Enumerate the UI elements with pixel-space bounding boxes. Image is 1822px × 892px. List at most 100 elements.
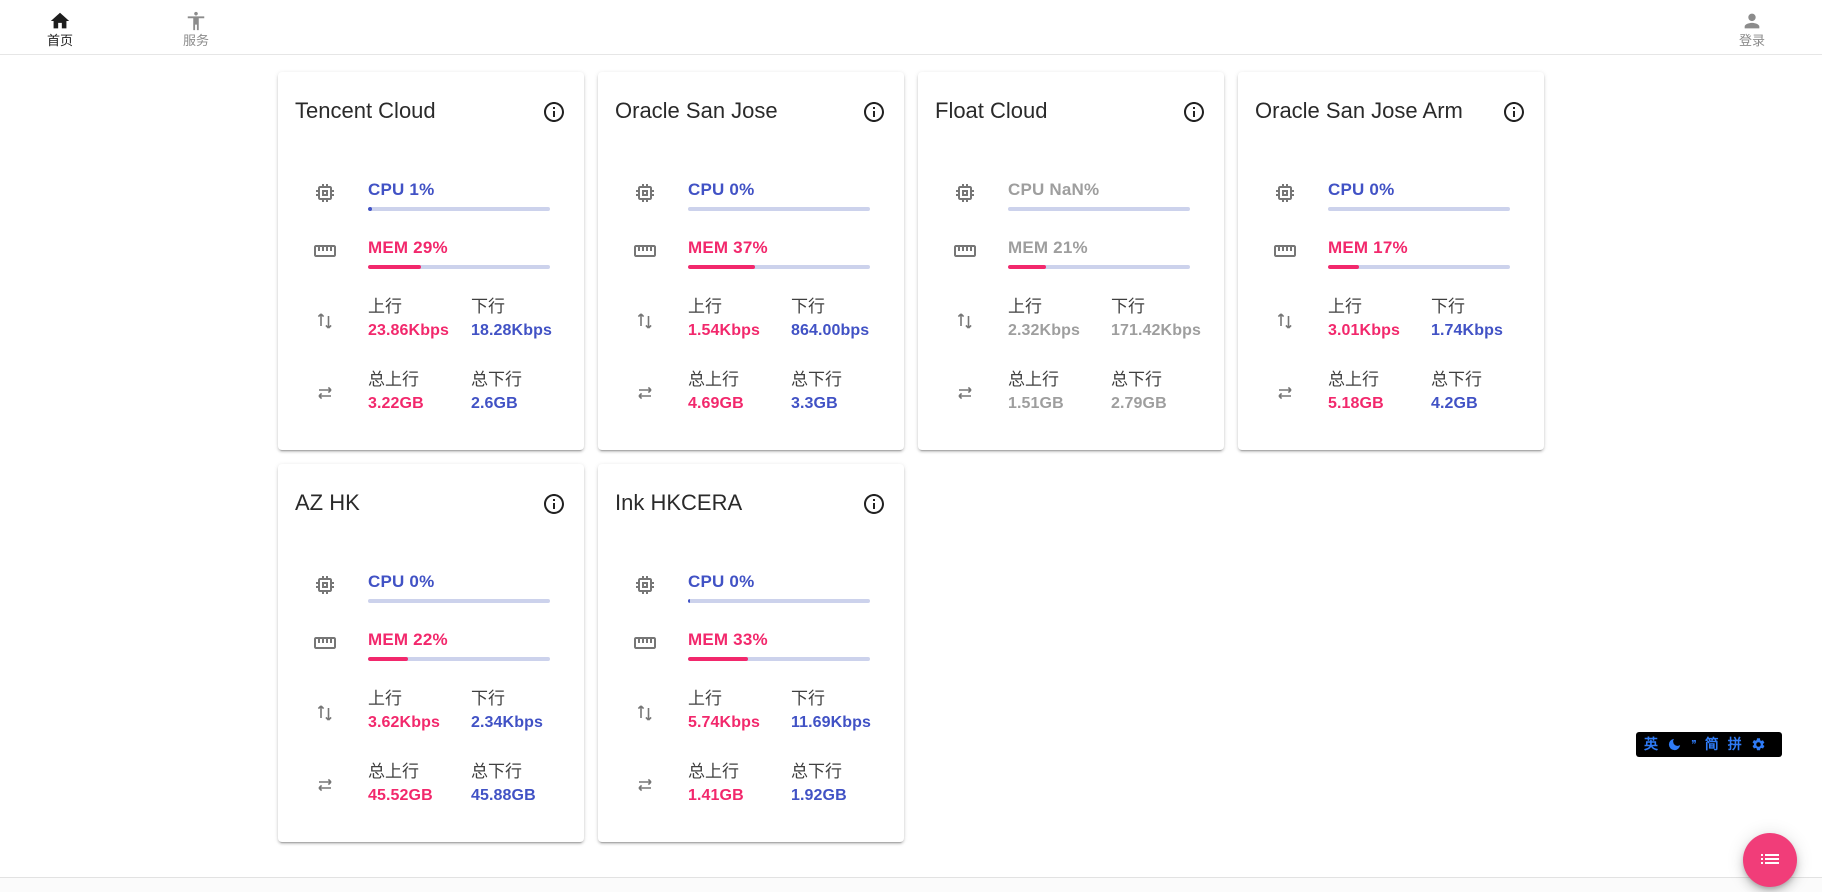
swap-horizontal-icon (953, 381, 977, 405)
mem-usage-label: MEM 21% (1008, 238, 1190, 258)
download-speed-value: 11.69Kbps (791, 710, 871, 736)
download-label: 下行 (471, 688, 543, 710)
total-upload-label: 总上行 (688, 761, 791, 783)
total-download-label: 总下行 (1431, 369, 1482, 391)
total-download-value: 3.3GB (791, 391, 842, 417)
server-name: Oracle San Jose (615, 96, 862, 126)
info-icon[interactable] (542, 492, 566, 516)
nav-item-login[interactable]: 登录 (1726, 6, 1778, 48)
upload-speed-value: 3.01Kbps (1328, 318, 1431, 344)
info-icon[interactable] (862, 100, 886, 124)
download-label: 下行 (1111, 296, 1201, 318)
total-upload-label: 总上行 (1328, 369, 1431, 391)
memory-ruler-icon (313, 631, 337, 655)
total-download-label: 总下行 (471, 369, 522, 391)
server-list-fab[interactable] (1743, 833, 1797, 887)
total-download-label: 总下行 (1111, 369, 1167, 391)
memory-ruler-icon (313, 239, 337, 263)
card-header: AZ HK (278, 464, 584, 518)
upload-download-arrows-icon (953, 308, 977, 332)
mem-row: MEM 37% (598, 238, 904, 269)
total-download-value: 2.79GB (1111, 391, 1167, 417)
nav-item-home[interactable]: 首页 (34, 6, 86, 48)
upload-label: 上行 (1008, 296, 1111, 318)
total-download-label: 总下行 (471, 761, 536, 783)
info-icon[interactable] (1502, 100, 1526, 124)
cpu-chip-icon (633, 181, 657, 205)
ime-simplified-toggle[interactable]: 简 (1705, 732, 1719, 757)
ime-pinyin-toggle[interactable]: 拼 (1728, 732, 1742, 757)
download-speed-value: 864.00bps (791, 318, 869, 344)
total-upload-value: 5.18GB (1328, 391, 1431, 417)
network-total-row: 总上行 1.41GB 总下行 1.92GB (598, 761, 904, 809)
upload-label: 上行 (368, 688, 471, 710)
cpu-row: CPU 0% (598, 180, 904, 211)
card-body: CPU 0% MEM 33% (598, 572, 904, 809)
mem-usage-label: MEM 37% (688, 238, 870, 258)
server-name: Tencent Cloud (295, 96, 542, 126)
gear-icon[interactable] (1751, 737, 1766, 752)
top-navigation-bar: 首页 服务 登录 (0, 0, 1822, 55)
network-speed-row: 上行 1.54Kbps 下行 864.00bps (598, 296, 904, 344)
mem-progress-track (1328, 265, 1510, 269)
cpu-usage-label: CPU 1% (368, 180, 550, 200)
mem-progress-track (368, 657, 550, 661)
mem-usage-label: MEM 33% (688, 630, 870, 650)
card-body: CPU 0% MEM 37% (598, 180, 904, 417)
server-name: AZ HK (295, 488, 542, 518)
ime-language-toggle[interactable]: 英 (1644, 732, 1658, 757)
info-icon[interactable] (862, 492, 886, 516)
upload-label: 上行 (688, 296, 791, 318)
download-speed-value: 1.74Kbps (1431, 318, 1503, 344)
mem-row: MEM 21% (918, 238, 1224, 269)
upload-download-arrows-icon (633, 700, 657, 724)
info-icon[interactable] (542, 100, 566, 124)
server-card: AZ HK CPU 0% (278, 464, 584, 842)
total-download-value: 2.6GB (471, 391, 522, 417)
info-icon[interactable] (1182, 100, 1206, 124)
total-download-value: 1.92GB (791, 783, 847, 809)
upload-label: 上行 (368, 296, 471, 318)
cpu-chip-icon (633, 573, 657, 597)
download-label: 下行 (471, 296, 552, 318)
mem-usage-label: MEM 17% (1328, 238, 1510, 258)
server-card: Float Cloud CPU NaN% (918, 72, 1224, 450)
total-upload-value: 1.41GB (688, 783, 791, 809)
card-header: Float Cloud (918, 72, 1224, 126)
nav-item-services[interactable]: 服务 (170, 6, 222, 48)
total-upload-value: 1.51GB (1008, 391, 1111, 417)
punctuation-mode-icon[interactable]: ’’ (1691, 732, 1696, 757)
ime-toolbar: 英 ’’ 简 拼 (1636, 732, 1782, 757)
server-card: Ink HKCERA CPU 0% (598, 464, 904, 842)
server-name: Ink HKCERA (615, 488, 862, 518)
mem-progress-track (1008, 265, 1190, 269)
card-body: CPU 1% MEM 29% (278, 180, 584, 417)
mem-progress-fill (368, 657, 408, 661)
total-download-label: 总下行 (791, 369, 842, 391)
cpu-chip-icon (313, 573, 337, 597)
upload-label: 上行 (688, 688, 791, 710)
cpu-usage-label: CPU NaN% (1008, 180, 1190, 200)
mem-progress-fill (1008, 265, 1046, 269)
cpu-row: CPU 0% (598, 572, 904, 603)
mem-row: MEM 22% (278, 630, 584, 661)
server-card: Tencent Cloud CPU 1% (278, 72, 584, 450)
total-download-label: 总下行 (791, 761, 847, 783)
server-card: Oracle San Jose Arm CPU 0% (1238, 72, 1544, 450)
cpu-progress-track (368, 599, 550, 603)
network-total-row: 总上行 4.69GB 总下行 3.3GB (598, 369, 904, 417)
mem-progress-track (368, 265, 550, 269)
cpu-progress-track (688, 207, 870, 211)
nav-services-label: 服务 (183, 34, 209, 48)
mem-usage-label: MEM 29% (368, 238, 550, 258)
cpu-chip-icon (953, 181, 977, 205)
download-speed-value: 18.28Kbps (471, 318, 552, 344)
moon-icon[interactable] (1667, 737, 1682, 752)
upload-label: 上行 (1328, 296, 1431, 318)
network-speed-row: 上行 3.01Kbps 下行 1.74Kbps (1238, 296, 1544, 344)
total-upload-value: 3.22GB (368, 391, 471, 417)
network-total-row: 总上行 45.52GB 总下行 45.88GB (278, 761, 584, 809)
mem-row: MEM 29% (278, 238, 584, 269)
server-name: Oracle San Jose Arm (1255, 96, 1502, 126)
person-icon (1741, 10, 1763, 32)
